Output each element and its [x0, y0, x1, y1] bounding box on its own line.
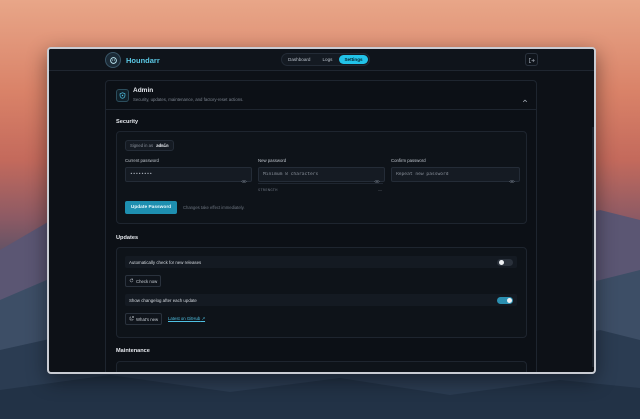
admin-panel: Admin Security, updates, maintenance, an…: [105, 80, 537, 372]
changelog-toggle[interactable]: [497, 296, 513, 304]
maintenance-section-title: Maintenance: [116, 348, 150, 354]
auto-check-label: Automatically check for new releases: [129, 259, 202, 265]
houndarr-logo-icon: [105, 52, 121, 68]
updates-card: Automatically check for new releases Che…: [116, 247, 527, 338]
nav-logs[interactable]: Logs: [317, 55, 337, 64]
updates-section-title: Updates: [116, 235, 139, 241]
shield-icon: [116, 89, 129, 102]
chevron-up-icon[interactable]: [522, 91, 528, 109]
password-strength-bar: [258, 183, 383, 184]
confirm-password-input[interactable]: [396, 170, 505, 178]
security-section-title: Security: [116, 119, 139, 125]
top-navbar: Houndarr Dashboard Logs Settings: [49, 49, 594, 71]
admin-section-header[interactable]: Admin Security, updates, maintenance, an…: [106, 81, 536, 110]
strength-value: —: [378, 187, 382, 192]
changelog-label: Show changelog after each update: [129, 297, 197, 303]
refresh-icon: [129, 278, 134, 284]
changelog-row: Show changelog after each update: [125, 294, 517, 306]
signed-in-label: Signed in as: [130, 143, 154, 148]
current-password-input[interactable]: [130, 170, 237, 178]
whats-new-button[interactable]: What's new: [125, 313, 163, 325]
maintenance-card: [116, 361, 527, 372]
logout-icon: [528, 51, 535, 69]
brand[interactable]: Houndarr: [105, 52, 160, 68]
app-window: Houndarr Dashboard Logs Settings Admin S…: [47, 47, 596, 374]
confirm-password-field[interactable]: [391, 167, 520, 183]
security-card: Signed in asadmin Current password New p…: [116, 131, 527, 224]
auto-check-row: Automatically check for new releases: [125, 256, 517, 268]
eye-icon[interactable]: [509, 171, 515, 189]
nav-dashboard[interactable]: Dashboard: [283, 55, 315, 64]
update-password-button[interactable]: Update Password: [125, 201, 177, 214]
main-nav: Dashboard Logs Settings: [281, 53, 370, 66]
whats-new-label: What's new: [136, 316, 159, 322]
check-now-label: Check now: [136, 278, 158, 284]
github-link[interactable]: Latest on GitHub ↗: [168, 316, 205, 322]
check-now-button[interactable]: Check now: [125, 275, 162, 287]
confirm-password-label: Confirm password: [391, 158, 426, 163]
external-link-icon: [129, 316, 134, 322]
app-name: Houndarr: [126, 55, 160, 65]
current-password-label: Current password: [125, 158, 159, 163]
strength-label: STRENGTH: [258, 188, 278, 192]
nav-settings[interactable]: Settings: [339, 55, 368, 64]
admin-subtitle: Security, updates, maintenance, and fact…: [133, 97, 244, 102]
new-password-label: New password: [258, 158, 287, 163]
new-password-input[interactable]: [263, 170, 370, 178]
new-password-field[interactable]: [258, 167, 385, 183]
update-password-hint: Changes take effect immediately.: [183, 205, 245, 210]
logout-button[interactable]: [525, 53, 538, 66]
github-link-label: Latest on GitHub: [168, 316, 201, 321]
current-password-field[interactable]: [125, 167, 252, 183]
signed-in-username: admin: [156, 143, 169, 148]
signed-in-badge: Signed in as admin: [125, 140, 174, 151]
scrollbar[interactable]: [592, 127, 594, 367]
admin-title: Admin: [133, 87, 154, 94]
auto-check-toggle[interactable]: [497, 258, 513, 266]
eye-icon[interactable]: [241, 171, 247, 189]
